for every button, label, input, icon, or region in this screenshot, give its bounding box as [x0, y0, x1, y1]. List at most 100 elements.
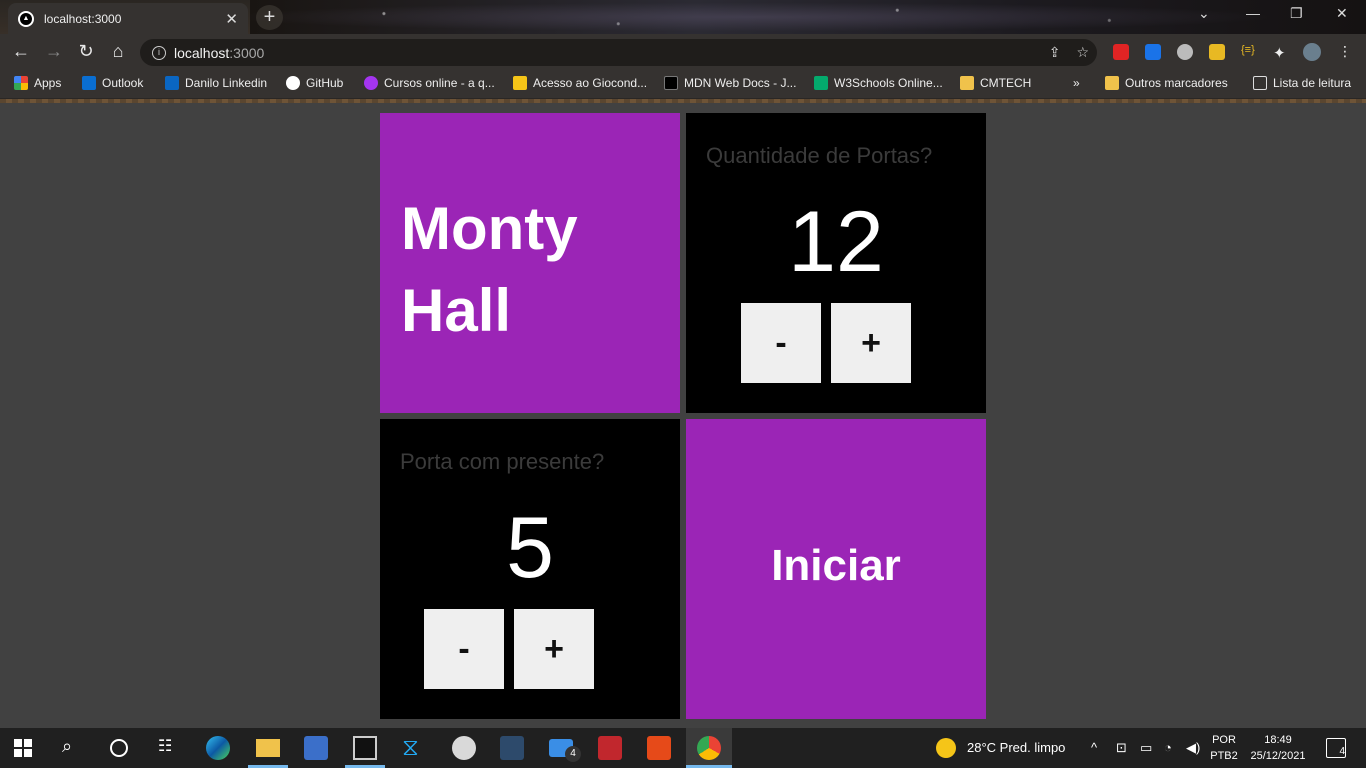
- bookmark-star-icon[interactable]: ☆: [1076, 44, 1089, 61]
- restore-icon[interactable]: ❐: [1290, 5, 1303, 22]
- site-info-icon[interactable]: i: [152, 45, 166, 60]
- bookmark-cmtech[interactable]: CMTECH: [960, 76, 1031, 90]
- terminal-icon[interactable]: [353, 736, 377, 760]
- mail-badge: 4: [565, 746, 581, 762]
- gift-door-increment-button[interactable]: +: [514, 609, 594, 689]
- clock[interactable]: 18:49 25/12/2021: [1244, 732, 1312, 764]
- apps-grid-icon: [14, 76, 28, 90]
- windows-start-icon[interactable]: [14, 739, 32, 757]
- start-button-label[interactable]: Iniciar: [686, 541, 986, 591]
- wifi-icon[interactable]: ◔: [1164, 740, 1172, 755]
- bookmark-github[interactable]: GitHub: [286, 76, 343, 90]
- file-explorer-icon[interactable]: [256, 739, 280, 757]
- reading-list-icon: [1253, 76, 1267, 90]
- nextjs-favicon-icon: ▲: [18, 10, 34, 27]
- bookmark-giocondo[interactable]: Acesso ao Giocond...: [513, 76, 647, 90]
- udemy-icon: [364, 76, 378, 90]
- chart-icon: [513, 76, 527, 90]
- mysql-workbench-icon[interactable]: [500, 736, 524, 760]
- more-bookmarks-icon[interactable]: »: [1073, 76, 1080, 90]
- bookmarks-bar: Apps Outlook Danilo Linkedin GitHub Curs…: [0, 70, 1366, 99]
- office-icon[interactable]: [647, 736, 671, 760]
- start-card[interactable]: Iniciar: [686, 419, 986, 719]
- keyboard-layout: PTB2: [1210, 750, 1238, 762]
- folder-icon: [960, 76, 974, 90]
- doors-card: Quantidade de Portas? 12 - +: [686, 113, 986, 413]
- w3schools-icon: [814, 76, 828, 90]
- title-line-2: Hall: [401, 277, 512, 344]
- bookmark-linkedin[interactable]: Danilo Linkedin: [165, 76, 267, 90]
- url-host: localhost: [174, 44, 230, 61]
- extensions-puzzle-icon[interactable]: ✦: [1273, 44, 1289, 62]
- weather-moon-icon[interactable]: [936, 738, 956, 758]
- reload-icon[interactable]: ↻: [75, 41, 97, 62]
- battery-icon[interactable]: ▭: [1140, 740, 1152, 756]
- title-card: Monty Hall: [380, 113, 680, 413]
- vscode-icon[interactable]: ⧖: [402, 736, 426, 760]
- gift-door-label: Porta com presente?: [400, 449, 605, 474]
- extension-code-icon[interactable]: {≡}: [1241, 44, 1257, 60]
- gift-door-card: Porta com presente? 5 - +: [380, 419, 680, 719]
- title-line-1: Monty: [401, 195, 578, 262]
- filezilla-icon[interactable]: [598, 736, 622, 760]
- close-tab-icon[interactable]: ✕: [225, 10, 238, 28]
- browser-tab[interactable]: ▲ localhost:3000 ✕: [8, 3, 248, 34]
- task-view-icon[interactable]: ☷: [158, 736, 182, 760]
- bookmark-w3schools[interactable]: W3Schools Online...: [814, 76, 943, 90]
- meet-icon[interactable]: ⊡: [1116, 740, 1127, 756]
- extension-youtube-icon[interactable]: [1113, 44, 1129, 60]
- home-icon[interactable]: ⌂: [107, 41, 129, 62]
- tab-title: localhost:3000: [44, 11, 122, 26]
- browser-chrome: ▲ localhost:3000 ✕ + ⌄ — ❐ ✕ ← → ↻ ⌂ i l…: [0, 0, 1366, 103]
- back-icon[interactable]: ←: [10, 41, 32, 62]
- github-icon: [286, 76, 300, 90]
- gift-door-value: 5: [506, 500, 554, 596]
- profile-avatar[interactable]: [1303, 43, 1321, 61]
- language-code: POR: [1212, 734, 1236, 746]
- bookmark-udemy[interactable]: Cursos online - a q...: [364, 76, 495, 90]
- new-tab-button[interactable]: +: [256, 5, 283, 30]
- doors-label: Quantidade de Portas?: [706, 143, 933, 168]
- windows-taskbar: ⌕ ☷ ⧖ 4 28°C Pred. limpo ^ ⊡ ▭ ◔ ◀) POR …: [0, 728, 1366, 768]
- app-icon[interactable]: [452, 736, 476, 760]
- reading-list[interactable]: Lista de leitura: [1253, 76, 1351, 90]
- address-bar[interactable]: i localhost:3000 ⇪ ☆: [140, 39, 1097, 66]
- show-hidden-icons-icon[interactable]: ^: [1091, 740, 1097, 755]
- volume-icon[interactable]: ◀): [1186, 740, 1200, 756]
- share-icon[interactable]: ⇪: [1049, 44, 1061, 61]
- edge-icon[interactable]: [206, 736, 230, 760]
- weather-text[interactable]: 28°C Pred. limpo: [967, 740, 1065, 755]
- gift-door-decrement-button[interactable]: -: [424, 609, 504, 689]
- doors-decrement-button[interactable]: -: [741, 303, 821, 383]
- forward-icon[interactable]: →: [43, 41, 65, 62]
- store-icon[interactable]: [304, 736, 328, 760]
- bookmark-apps[interactable]: Apps: [14, 76, 61, 90]
- linkedin-icon: [165, 76, 179, 90]
- game-title: Monty Hall: [401, 188, 578, 352]
- doors-value: 12: [788, 194, 884, 290]
- clock-time: 18:49: [1264, 734, 1292, 746]
- cortana-icon[interactable]: [110, 739, 128, 757]
- browser-menu-icon[interactable]: ⋮: [1338, 43, 1354, 59]
- doors-increment-button[interactable]: +: [831, 303, 911, 383]
- notifications-icon[interactable]: 4: [1326, 738, 1346, 758]
- extension-folder-icon[interactable]: [1209, 44, 1225, 60]
- chrome-icon[interactable]: [697, 736, 721, 760]
- search-icon[interactable]: ⌕: [62, 736, 86, 760]
- mdn-icon: [664, 76, 678, 90]
- bookmark-mdn[interactable]: MDN Web Docs - J...: [664, 76, 796, 90]
- page-content: Monty Hall Quantidade de Portas? 12 - + …: [0, 103, 1366, 728]
- outlook-icon: [82, 76, 96, 90]
- extension-speed-icon[interactable]: [1177, 44, 1193, 60]
- close-window-icon[interactable]: ✕: [1336, 5, 1348, 22]
- notifications-count: 4: [1339, 746, 1345, 757]
- folder-icon: [1105, 76, 1119, 90]
- extension-bookmark-icon[interactable]: [1145, 44, 1161, 60]
- language-indicator[interactable]: POR PTB2: [1208, 732, 1240, 764]
- browser-toolbar: ← → ↻ ⌂ i localhost:3000 ⇪ ☆ {≡} ✦ ⋮: [0, 34, 1366, 70]
- clock-date: 25/12/2021: [1250, 750, 1306, 762]
- other-bookmarks[interactable]: Outros marcadores: [1105, 76, 1228, 90]
- minimize-icon[interactable]: —: [1246, 5, 1260, 21]
- tab-search-icon[interactable]: ⌄: [1198, 5, 1210, 22]
- bookmark-outlook[interactable]: Outlook: [82, 76, 143, 90]
